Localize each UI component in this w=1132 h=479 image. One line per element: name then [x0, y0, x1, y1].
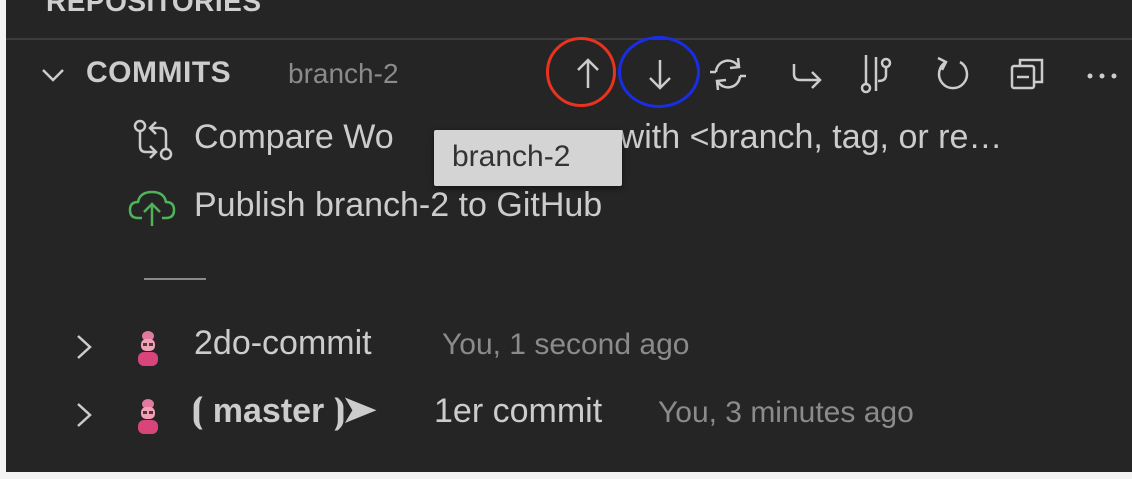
more-icon[interactable] [1082, 54, 1122, 94]
commit-meta: You, 1 second ago [442, 328, 690, 361]
commit-message: 2do-commit [194, 324, 372, 362]
compare-changes-icon [133, 119, 173, 161]
git-compare-icon[interactable] [856, 54, 896, 94]
sync-icon[interactable] [708, 54, 748, 94]
repositories-header[interactable]: REPOSITORIES [46, 0, 262, 18]
source-control-panel: REPOSITORIES COMMITS branch-2 Compare Wo… [6, 0, 1132, 479]
collapse-all-icon[interactable] [1008, 54, 1048, 94]
refresh-icon[interactable] [932, 54, 972, 94]
publish-branch-label: Publish branch-2 to GitHub [194, 186, 603, 224]
tooltip-text: branch-2 [452, 140, 571, 173]
tooltip: branch-2 [434, 130, 622, 186]
pull-highlight-circle [618, 36, 700, 108]
commit-meta: You, 3 minutes ago [658, 396, 914, 429]
push-highlight-circle [546, 37, 616, 107]
commits-title: COMMITS [86, 56, 232, 89]
cloud-upload-icon [128, 190, 176, 226]
commit-row[interactable]: 2do-commit You, 1 second ago [6, 322, 1132, 372]
window-bottom-border [6, 472, 1132, 479]
chevron-down-icon[interactable] [38, 60, 68, 90]
commit-row[interactable]: ⦗ master ⦘➤ 1er commit You, 3 minutes ag… [6, 390, 1132, 440]
commit-message: 1er commit [434, 392, 603, 430]
history-separator [144, 278, 206, 280]
avatar [138, 399, 158, 434]
avatar [138, 331, 158, 366]
repositories-title: REPOSITORIES [46, 0, 262, 17]
commits-branch-name: branch-2 [288, 58, 399, 89]
chevron-right-icon[interactable] [72, 400, 96, 430]
chevron-right-icon[interactable] [72, 332, 96, 362]
branch-tag: ⦗ master ⦘➤ [192, 392, 377, 430]
arrow-return-icon[interactable] [786, 54, 826, 94]
